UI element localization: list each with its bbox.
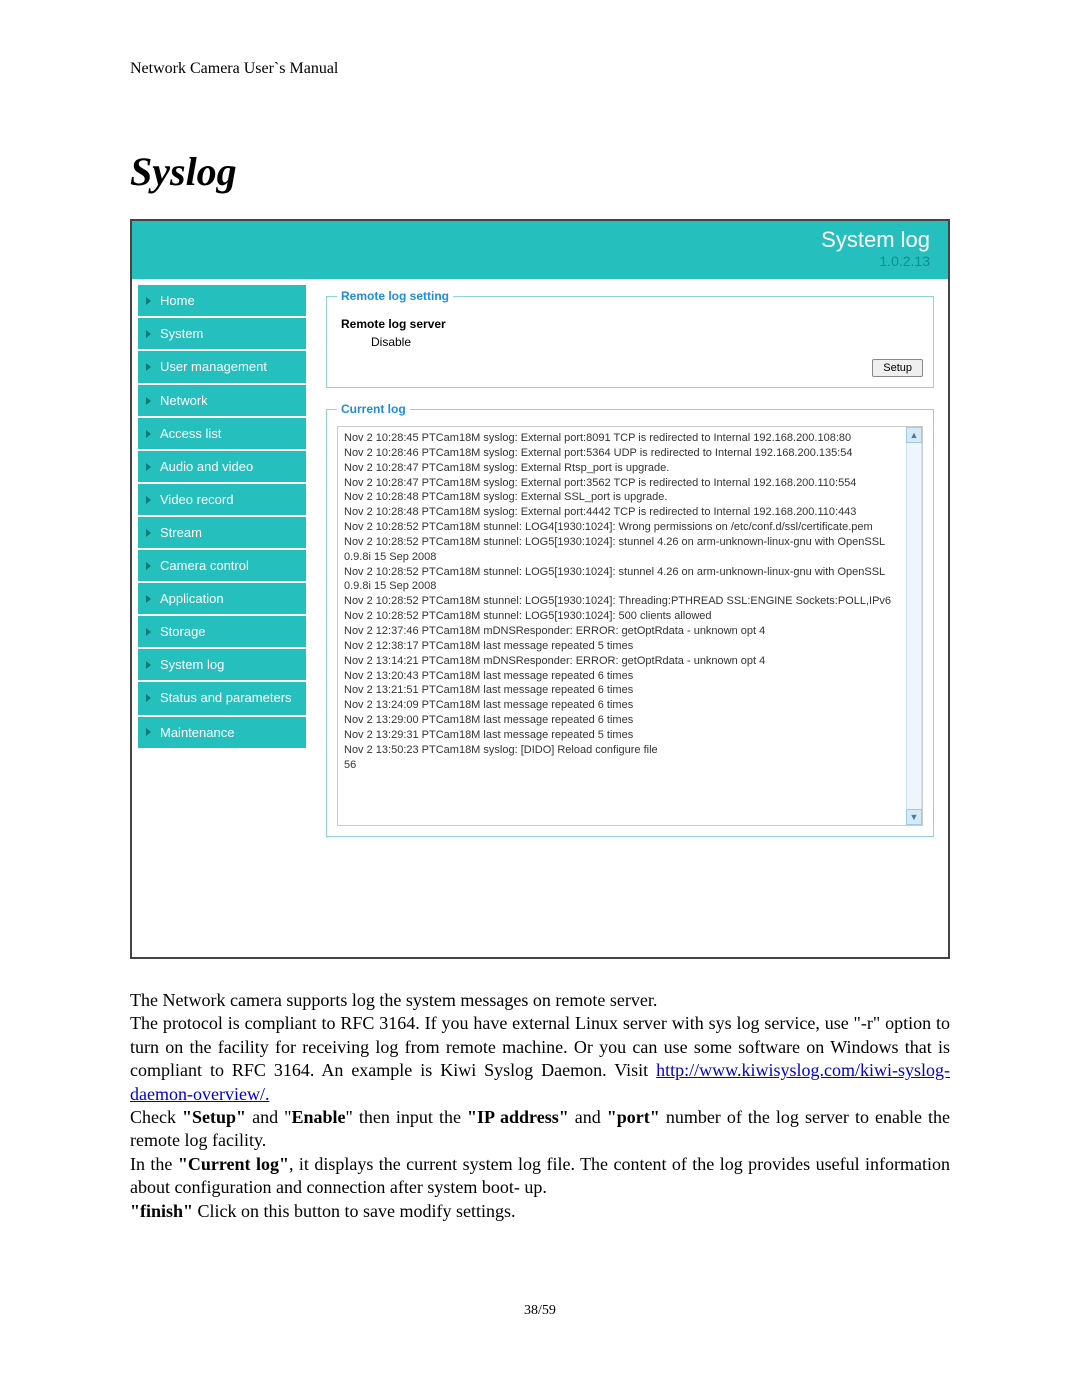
port-term: "port" — [607, 1107, 660, 1127]
version-label: 1.0.2.13 — [879, 253, 930, 269]
nav-system-log[interactable]: System log — [138, 649, 306, 680]
log-line: Nov 2 12:37:46 PTCam18M mDNSResponder: E… — [344, 624, 904, 639]
current-log-legend: Current log — [337, 402, 410, 416]
nav-maintenance[interactable]: Maintenance — [138, 717, 306, 748]
page-title: System log — [821, 227, 930, 253]
log-textarea[interactable]: ▲ ▼ Nov 2 10:28:45 PTCam18M syslog: Exte… — [337, 426, 923, 826]
log-line: Nov 2 13:21:51 PTCam18M last message rep… — [344, 683, 904, 698]
log-line: Nov 2 10:28:45 PTCam18M syslog: External… — [344, 431, 904, 446]
t: and — [569, 1107, 607, 1127]
nav-home[interactable]: Home — [138, 285, 306, 316]
t: " then input the — [346, 1107, 468, 1127]
log-line: Nov 2 10:28:48 PTCam18M syslog: External… — [344, 490, 904, 505]
embedded-screenshot: System log 1.0.2.13 Home System User man… — [130, 219, 950, 959]
main-panel: Remote log setting Remote log server Dis… — [312, 279, 948, 957]
t: Check — [130, 1107, 182, 1127]
body-text: The Network camera supports log the syst… — [130, 989, 950, 1223]
t: and " — [246, 1107, 291, 1127]
scroll-track[interactable] — [906, 443, 922, 809]
para-2: The protocol is compliant to RFC 3164. I… — [130, 1012, 950, 1106]
currentlog-term: "Current log" — [178, 1154, 289, 1174]
nav-stream[interactable]: Stream — [138, 517, 306, 548]
log-line: Nov 2 10:28:52 PTCam18M stunnel: LOG5[19… — [344, 594, 904, 609]
enable-term: Enable — [291, 1107, 345, 1127]
app-header: System log 1.0.2.13 — [132, 221, 948, 279]
ip-term: "IP address" — [467, 1107, 569, 1127]
log-line: Nov 2 13:50:23 PTCam18M syslog: [DIDO] R… — [344, 743, 904, 758]
scroll-down-icon[interactable]: ▼ — [906, 809, 922, 825]
nav-access-list[interactable]: Access list — [138, 418, 306, 449]
para-1: The Network camera supports log the syst… — [130, 989, 950, 1012]
log-line: Nov 2 10:28:52 PTCam18M stunnel: LOG5[19… — [344, 565, 904, 595]
log-line: Nov 2 13:29:00 PTCam18M last message rep… — [344, 713, 904, 728]
nav-system[interactable]: System — [138, 318, 306, 349]
current-log-panel: Current log ▲ ▼ Nov 2 10:28:45 PTCam18M … — [326, 402, 934, 837]
nav-user-management[interactable]: User management — [138, 351, 306, 383]
para-5: "finish" Click on this button to save mo… — [130, 1200, 950, 1223]
remote-log-server-value: Disable — [371, 335, 923, 349]
nav-audio-video[interactable]: Audio and video — [138, 451, 306, 482]
para-4: In the "Current log", it displays the cu… — [130, 1153, 950, 1200]
remote-log-server-label: Remote log server — [341, 317, 446, 331]
log-line: Nov 2 13:14:21 PTCam18M mDNSResponder: E… — [344, 654, 904, 669]
finish-term: "finish" — [130, 1201, 193, 1221]
para-3: Check "Setup" and "Enable" then input th… — [130, 1106, 950, 1153]
log-line: Nov 2 10:28:48 PTCam18M syslog: External… — [344, 505, 904, 520]
log-line: Nov 2 10:28:47 PTCam18M syslog: External… — [344, 461, 904, 476]
log-line: 56 — [344, 758, 904, 773]
log-line: Nov 2 10:28:47 PTCam18M syslog: External… — [344, 476, 904, 491]
remote-log-panel: Remote log setting Remote log server Dis… — [326, 289, 934, 388]
setup-button[interactable]: Setup — [872, 359, 923, 377]
nav-storage[interactable]: Storage — [138, 616, 306, 647]
nav-camera-control[interactable]: Camera control — [138, 550, 306, 581]
setup-term: "Setup" — [182, 1107, 246, 1127]
log-line: Nov 2 10:28:52 PTCam18M stunnel: LOG4[19… — [344, 520, 904, 535]
log-line: Nov 2 10:28:52 PTCam18M stunnel: LOG5[19… — [344, 535, 904, 565]
log-line: Nov 2 12:38:17 PTCam18M last message rep… — [344, 639, 904, 654]
log-line: Nov 2 13:20:43 PTCam18M last message rep… — [344, 669, 904, 684]
t: Click on this button to save modify sett… — [193, 1201, 516, 1221]
sidebar: Home System User management Network Acce… — [132, 279, 312, 957]
log-line: Nov 2 10:28:52 PTCam18M stunnel: LOG5[19… — [344, 609, 904, 624]
log-line: Nov 2 10:28:46 PTCam18M syslog: External… — [344, 446, 904, 461]
nav-status-parameters[interactable]: Status and parameters — [138, 682, 306, 714]
log-line: Nov 2 13:24:09 PTCam18M last message rep… — [344, 698, 904, 713]
t: In the — [130, 1154, 178, 1174]
page-number: 38/59 — [130, 1303, 950, 1319]
scroll-up-icon[interactable]: ▲ — [906, 427, 922, 443]
section-title: Syslog — [130, 148, 950, 195]
remote-log-legend: Remote log setting — [337, 289, 453, 303]
nav-network[interactable]: Network — [138, 385, 306, 416]
doc-header: Network Camera User`s Manual — [130, 60, 950, 78]
nav-application[interactable]: Application — [138, 583, 306, 614]
log-line: Nov 2 13:29:31 PTCam18M last message rep… — [344, 728, 904, 743]
nav-video-record[interactable]: Video record — [138, 484, 306, 515]
